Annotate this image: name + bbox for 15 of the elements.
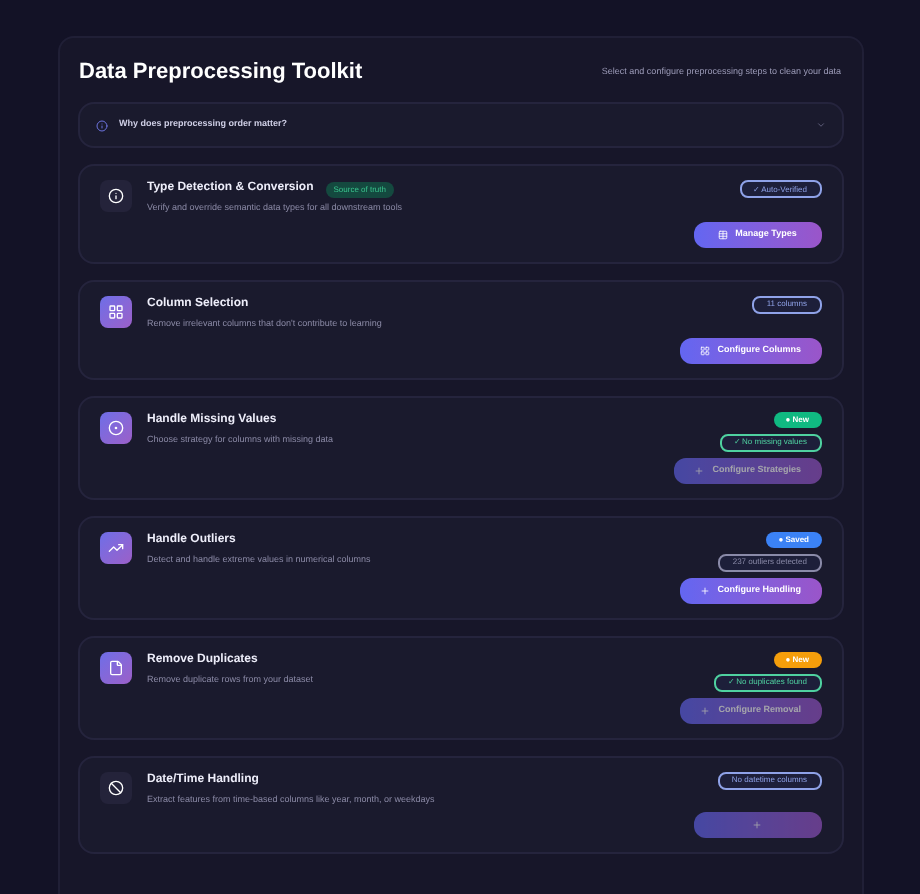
page-title: Data Preprocessing Toolkit: [79, 57, 363, 88]
circle-icon: [107, 419, 123, 435]
ban-icon: [107, 779, 123, 795]
grid-icon: [107, 303, 123, 320]
grid-icon: [699, 345, 710, 355]
plus-icon: [752, 820, 762, 831]
trend-icon: [107, 539, 123, 555]
plus-icon: [700, 705, 711, 715]
plus-icon: [694, 465, 705, 475]
info-icon: [107, 188, 123, 204]
plus-icon: [699, 585, 710, 595]
file-icon: [107, 659, 123, 675]
info-icon: [95, 119, 107, 131]
table-icon: [717, 229, 728, 240]
chevron-icon: [815, 120, 825, 130]
